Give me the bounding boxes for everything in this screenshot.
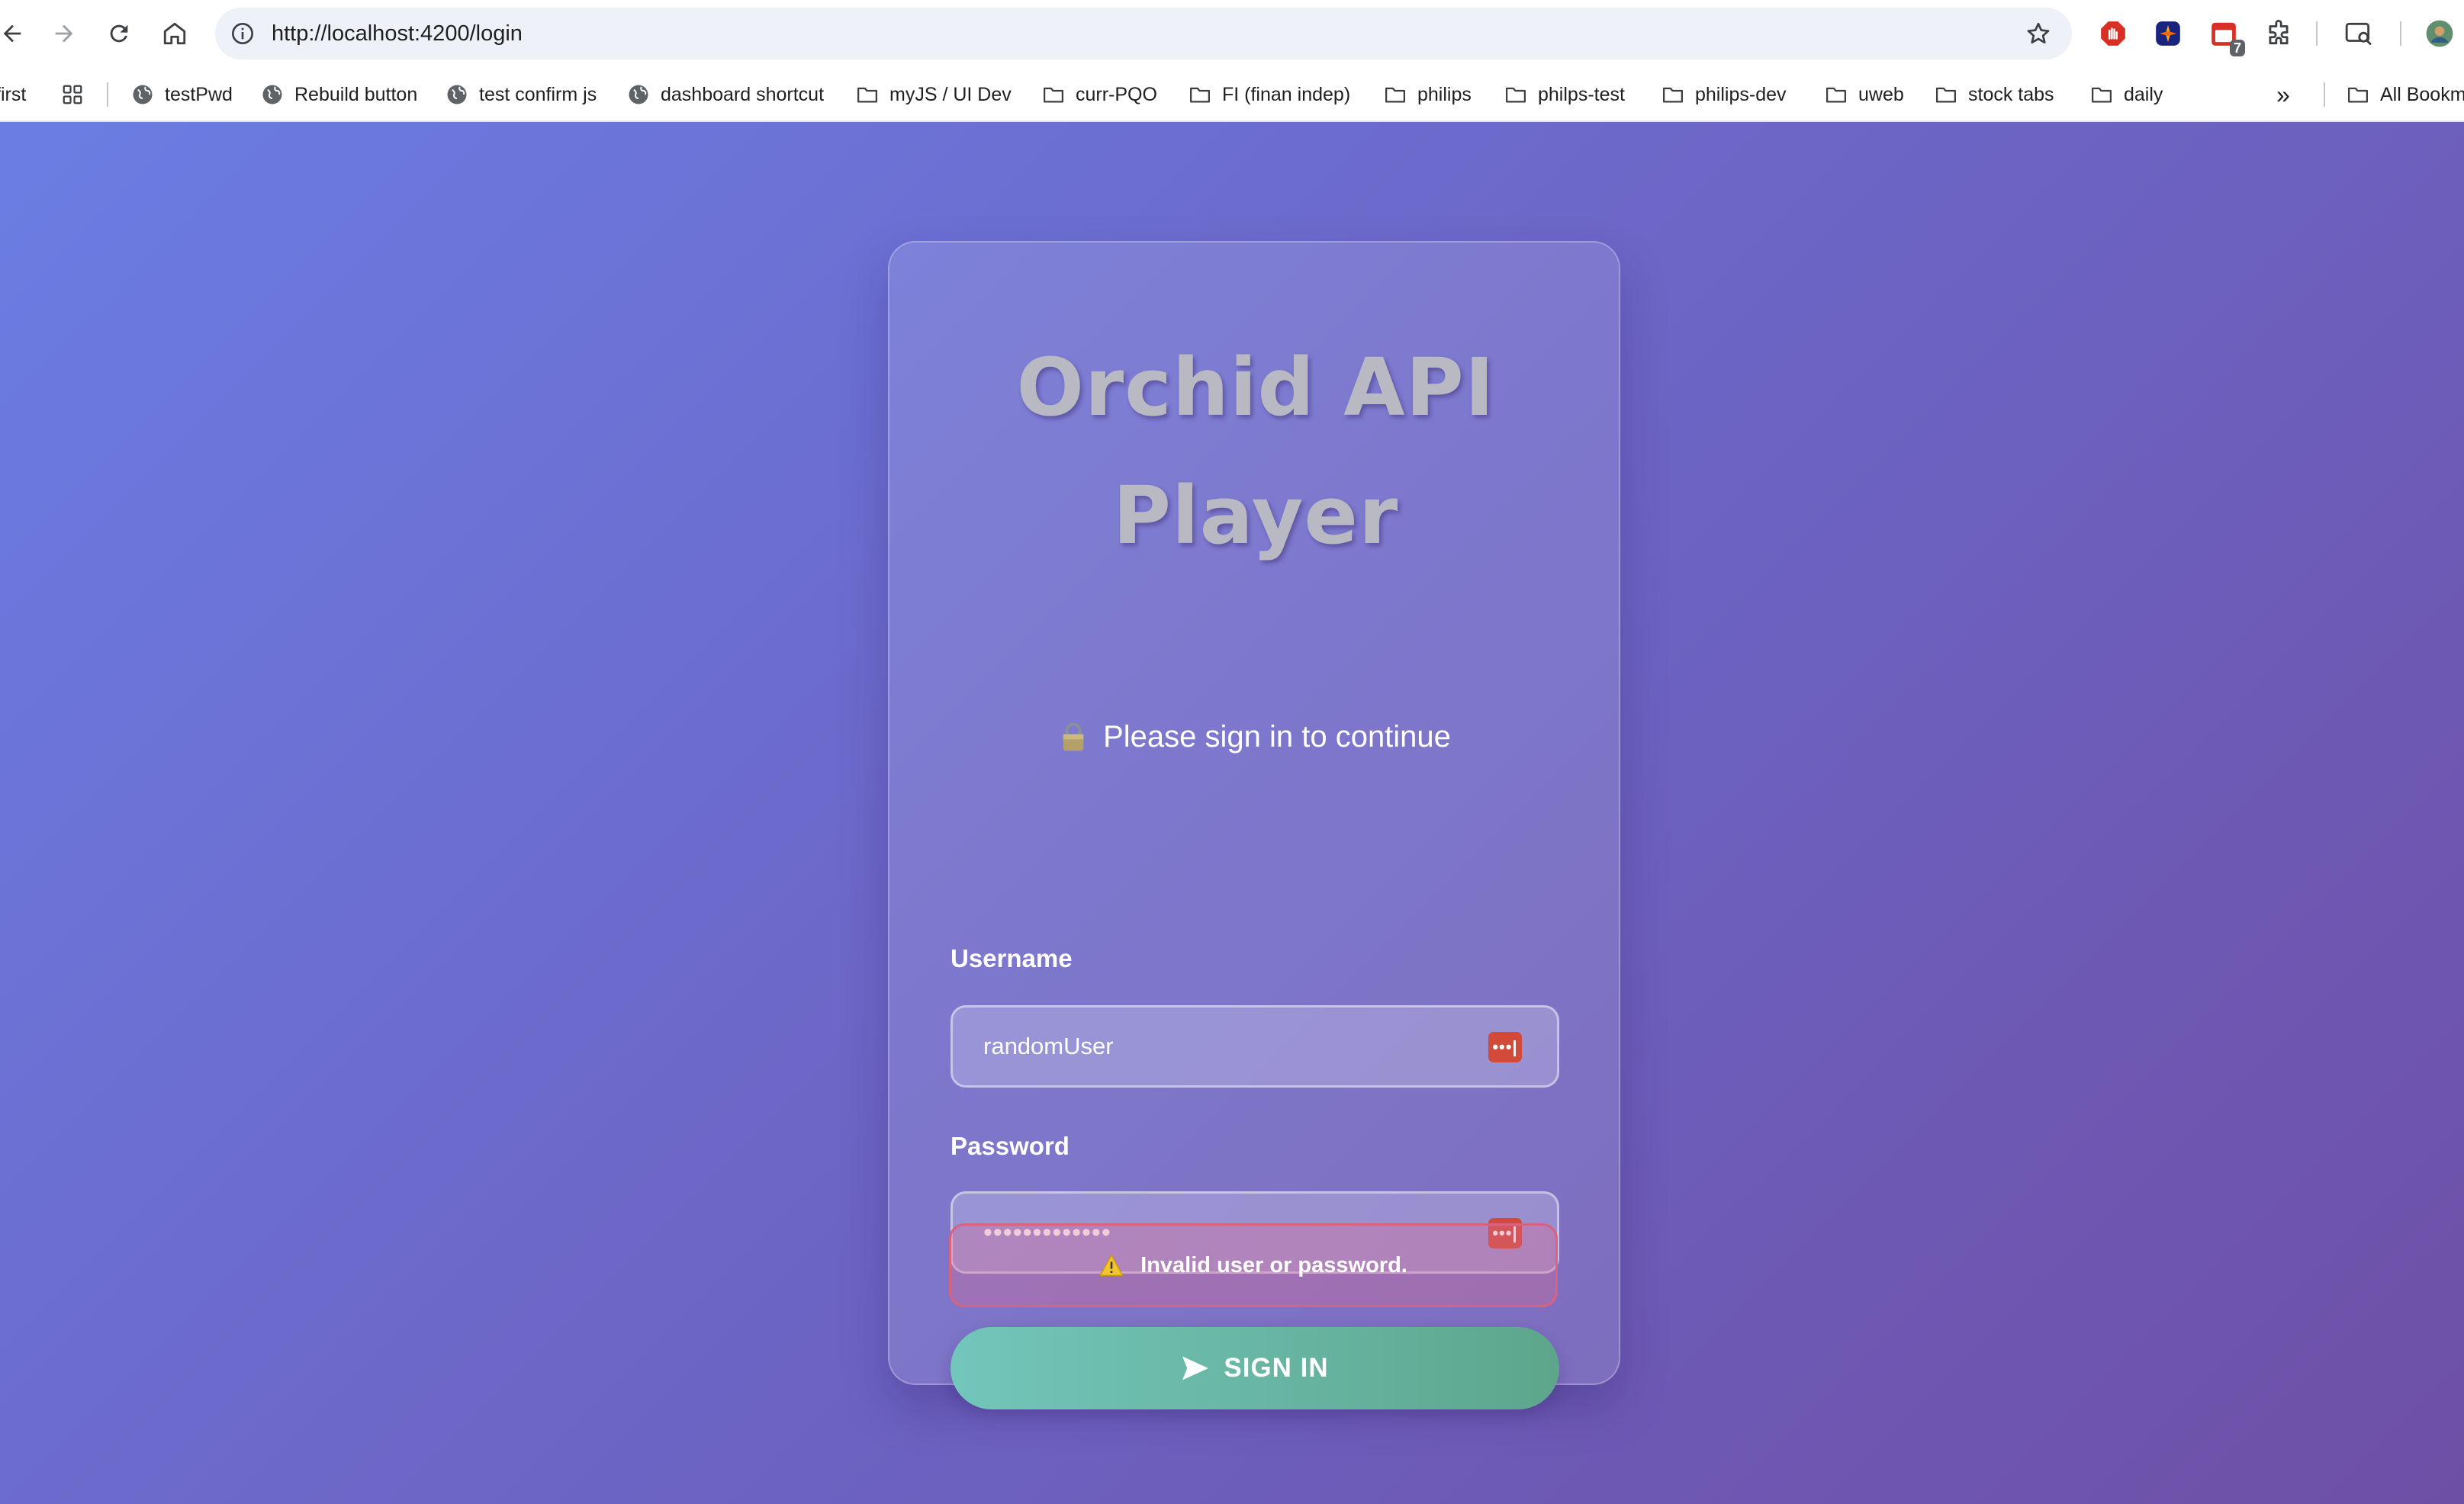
all-bookmarks-folder[interactable]: All Bookm — [2347, 67, 2464, 122]
folder-icon — [1663, 87, 1683, 103]
folder-icon — [1190, 87, 1210, 103]
stop-hand-icon — [2101, 21, 2125, 46]
bookmark-label: curr-PQO — [1076, 83, 1157, 105]
bookmark-item[interactable]: dashboard shortcut — [627, 67, 824, 122]
back-button[interactable] — [0, 14, 32, 53]
apps-grid-icon — [63, 85, 82, 104]
reload-button[interactable] — [99, 14, 139, 53]
bookmark-label: myJS / UI Dev — [889, 83, 1012, 105]
home-icon — [163, 22, 186, 45]
bookmark-label: test confirm js — [479, 83, 597, 105]
bookmark-label: philps-test — [1538, 83, 1625, 105]
title-line-2: Player — [1112, 469, 1399, 562]
bookmark-label: All Bookm — [2380, 83, 2464, 105]
extensions-menu-button[interactable] — [2262, 17, 2295, 50]
login-card: Orchid API Player Please sign in to cont… — [888, 241, 1622, 1409]
forward-arrow-icon — [55, 24, 73, 43]
chevron-double-right-icon: » — [2276, 80, 2290, 108]
extension-calendar-button[interactable]: 7 — [2207, 17, 2245, 56]
avatar-icon — [2426, 20, 2453, 47]
url-text[interactable]: http://localhost:4200/login — [272, 8, 523, 59]
bookmarks-bar: first testPwd Rebuild button test confir… — [0, 67, 2464, 122]
username-field[interactable]: •••| — [951, 1005, 1559, 1088]
back-arrow-icon — [3, 24, 21, 43]
bookmark-folder[interactable]: philips-dev — [1661, 67, 1787, 122]
folder-icon — [1044, 87, 1063, 103]
folder-icon — [2348, 87, 2368, 103]
password-manager-icon[interactable]: •••| — [1488, 1032, 1522, 1062]
globe-icon — [629, 85, 648, 104]
site-info-icon[interactable] — [230, 21, 255, 46]
home-button[interactable] — [155, 14, 195, 53]
bookmark-folder[interactable]: curr-PQO — [1042, 67, 1157, 122]
bookmark-label: stock tabs — [1968, 83, 2054, 105]
browser-toolbar: http://localhost:4200/login 7 — [0, 0, 2464, 67]
sign-in-label: SIGN IN — [1224, 1353, 1329, 1383]
bookmark-item[interactable]: first — [0, 67, 26, 122]
address-bar[interactable]: http://localhost:4200/login — [215, 8, 2072, 59]
forward-button[interactable] — [44, 14, 84, 53]
username-input[interactable] — [983, 1007, 1472, 1085]
bookmark-folder[interactable]: philps-test — [1504, 67, 1625, 122]
bookmark-folder[interactable]: FI (finan indep) — [1189, 67, 1350, 122]
toolbar-divider — [2316, 21, 2318, 46]
toolbar-divider — [2400, 21, 2401, 46]
subtitle-text: Please sign in to continue — [1103, 720, 1451, 754]
bookmark-item[interactable]: test confirm js — [446, 67, 597, 122]
bookmark-label: philips-dev — [1695, 83, 1787, 105]
extension-adblock-button[interactable] — [2096, 17, 2130, 50]
folder-icon — [1936, 87, 1956, 103]
folder-icon — [857, 87, 877, 103]
bookmark-folder[interactable]: philips — [1384, 67, 1472, 122]
bookmark-folder[interactable]: stock tabs — [1935, 67, 2054, 122]
sign-in-button[interactable]: SIGN IN — [951, 1327, 1559, 1409]
puzzle-icon — [2269, 20, 2289, 45]
bookmark-divider — [107, 82, 108, 107]
send-arrow-icon — [1182, 1356, 1209, 1380]
bookmark-item[interactable]: Rebuild button — [261, 67, 417, 122]
error-message: Invalid user or password. — [1140, 1252, 1407, 1277]
folder-icon — [1385, 87, 1405, 103]
bookmark-label: FI (finan indep) — [1222, 83, 1351, 105]
bookmark-folder[interactable]: daily — [2090, 67, 2163, 122]
password-label: Password — [951, 1132, 1070, 1160]
profile-avatar-button[interactable] — [2423, 17, 2456, 50]
bookmark-label: first — [0, 83, 27, 105]
folder-icon — [1506, 87, 1526, 103]
globe-icon — [262, 85, 282, 104]
bookmark-label: dashboard shortcut — [661, 83, 825, 105]
bookmark-label: testPwd — [165, 83, 233, 105]
lock-icon — [1063, 722, 1084, 751]
page-title: Orchid API Player — [889, 323, 1622, 580]
bookmark-star-icon[interactable] — [2025, 20, 2052, 47]
compass-icon — [2156, 21, 2180, 46]
warning-icon — [1099, 1254, 1124, 1276]
bookmark-item[interactable]: testPwd — [131, 67, 233, 122]
tab-search-icon — [2345, 22, 2372, 45]
bookmark-label: uweb — [1858, 83, 1904, 105]
tab-search-button[interactable] — [2342, 17, 2376, 50]
extension-compass-button[interactable] — [2151, 17, 2185, 50]
bookmark-label: philips — [1417, 83, 1472, 105]
bookmark-label: Rebuild button — [294, 83, 418, 105]
bookmarks-overflow-button[interactable]: » — [2276, 67, 2290, 122]
bookmark-divider — [2324, 82, 2325, 107]
globe-icon — [133, 85, 153, 104]
username-label: Username — [951, 944, 1073, 972]
folder-icon — [2092, 87, 2112, 103]
error-alert: Invalid user or password. — [949, 1223, 1558, 1307]
title-line-1: Orchid API — [1016, 341, 1495, 434]
bookmark-folder[interactable]: myJS / UI Dev — [856, 67, 1012, 122]
globe-icon — [447, 85, 467, 104]
bookmark-label: daily — [2124, 83, 2163, 105]
reload-icon — [110, 24, 128, 43]
bookmark-folder[interactable]: uweb — [1825, 67, 1904, 122]
folder-icon — [1826, 87, 1846, 103]
extension-badge: 7 — [2229, 40, 2245, 56]
subtitle: Please sign in to continue — [889, 715, 1622, 758]
apps-grid-button[interactable] — [61, 67, 95, 122]
